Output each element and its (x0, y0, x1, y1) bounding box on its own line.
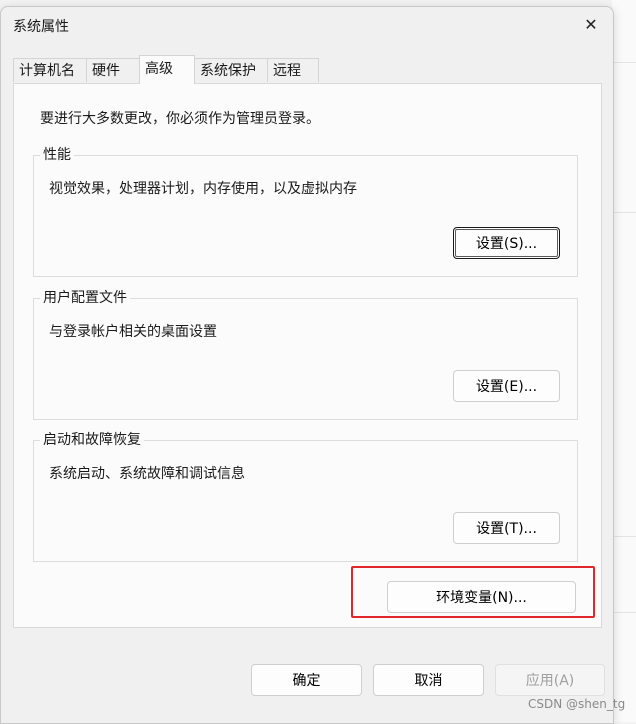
background-divider (612, 612, 636, 613)
user-profiles-group: 用户配置文件 与登录帐户相关的桌面设置 设置(E)... (33, 289, 578, 420)
startup-recovery-description: 系统启动、系统故障和调试信息 (49, 466, 245, 482)
performance-title: 性能 (40, 146, 74, 164)
user-profiles-description: 与登录帐户相关的桌面设置 (49, 324, 217, 340)
tab-computer-name[interactable]: 计算机名 (13, 58, 87, 82)
performance-group: 性能 视觉效果，处理器计划，内存使用，以及虚拟内存 设置(S)... (33, 146, 578, 277)
ok-button[interactable]: 确定 (251, 664, 362, 696)
background-divider (612, 62, 636, 63)
background-divider (612, 212, 636, 213)
startup-recovery-settings-button[interactable]: 设置(T)... (453, 512, 560, 544)
startup-recovery-group: 启动和故障恢复 系统启动、系统故障和调试信息 设置(T)... (33, 431, 578, 562)
advanced-tab-panel: 要进行大多数更改，你必须作为管理员登录。 性能 视觉效果，处理器计划，内存使用，… (13, 83, 602, 628)
background-window (612, 0, 636, 722)
red-highlight-box (351, 566, 595, 618)
close-icon[interactable]: ✕ (583, 17, 599, 33)
admin-notice: 要进行大多数更改，你必须作为管理员登录。 (40, 111, 320, 127)
performance-settings-button[interactable]: 设置(S)... (453, 227, 560, 259)
apply-button[interactable]: 应用(A) (495, 664, 605, 696)
tab-system-protection[interactable]: 系统保护 (194, 58, 268, 82)
tab-remote[interactable]: 远程 (267, 58, 319, 82)
user-profiles-title: 用户配置文件 (40, 289, 130, 307)
tab-advanced[interactable]: 高级 (139, 55, 195, 84)
user-profiles-settings-button[interactable]: 设置(E)... (453, 370, 560, 402)
watermark: CSDN @shen_tg (528, 697, 626, 711)
startup-recovery-title: 启动和故障恢复 (40, 431, 144, 449)
window-title: 系统属性 (13, 19, 69, 35)
title-bar: 系统属性 ✕ (1, 7, 613, 43)
background-divider (612, 536, 636, 537)
tab-hardware[interactable]: 硬件 (86, 58, 140, 82)
performance-description: 视觉效果，处理器计划，内存使用，以及虚拟内存 (49, 181, 357, 197)
cancel-button[interactable]: 取消 (373, 664, 484, 696)
